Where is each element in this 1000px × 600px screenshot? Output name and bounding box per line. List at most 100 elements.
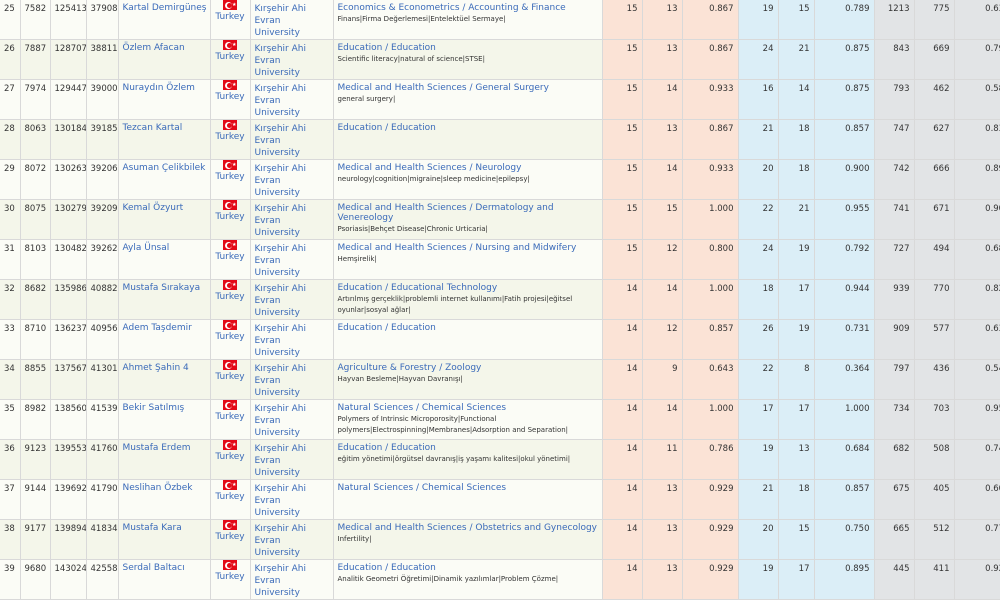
subject-link[interactable]: Education / Education: [338, 440, 598, 453]
university-link[interactable]: Kırşehir Ahi Evran University: [255, 564, 306, 598]
author-name-link[interactable]: Kartal Demirgüneş: [123, 3, 207, 13]
subject-link[interactable]: Medical and Health Sciences / Dermatolog…: [338, 200, 598, 223]
rank-c-cell: 417604: [86, 439, 119, 480]
total-ratio-cell: 0.786: [682, 439, 739, 480]
keywords-text: Scientific literacy|natural of science|S…: [337, 55, 485, 63]
citations-last-cell: 666: [914, 159, 955, 200]
country-link[interactable]: Turkey: [215, 492, 246, 502]
rank-a-cell: 8855: [20, 359, 51, 400]
citations-ratio-cell: 0.680: [954, 239, 1000, 280]
country-cell: ★ Turkey: [210, 399, 251, 440]
country-link[interactable]: Turkey: [215, 212, 246, 222]
field-cell: Education / Educational Technology Artır…: [333, 279, 603, 320]
author-name-link[interactable]: Kemal Özyurt: [123, 203, 184, 213]
university-link[interactable]: Kırşehir Ahi Evran University: [255, 404, 306, 438]
country-link[interactable]: Turkey: [215, 252, 246, 262]
author-name-link[interactable]: Ahmet Şahin 4: [123, 363, 189, 373]
subject-link[interactable]: Agriculture & Forestry / Zoology: [338, 360, 598, 373]
subject-link[interactable]: Medical and Health Sciences / Nursing an…: [338, 240, 598, 253]
subject-link[interactable]: Education / Education: [338, 40, 598, 53]
i10-ratio-cell: 0.684: [814, 439, 875, 480]
university-link[interactable]: Kırşehir Ahi Evran University: [255, 4, 306, 38]
author-name-link[interactable]: Asuman Çelikbilek: [123, 163, 206, 173]
university-cell: Kırşehir Ahi Evran University: [250, 439, 334, 480]
total-ratio-cell: 1.000: [682, 399, 739, 440]
country-link[interactable]: Turkey: [215, 372, 246, 382]
university-link[interactable]: Kırşehir Ahi Evran University: [255, 444, 306, 478]
rank-cell: 32: [0, 279, 21, 320]
turkey-flag-icon: ★: [223, 200, 237, 210]
university-link[interactable]: Kırşehir Ahi Evran University: [255, 524, 306, 558]
author-name-link[interactable]: Tezcan Kartal: [123, 123, 183, 133]
country-cell: ★ Turkey: [210, 479, 251, 520]
subject-link[interactable]: Natural Sciences / Chemical Sciences: [338, 480, 598, 493]
table-row: 38 9177 139894 418345 Mustafa Kara ★ Tur…: [0, 519, 1000, 560]
citations-cell: 741: [874, 199, 915, 240]
subject-link[interactable]: Education / Education: [338, 560, 598, 573]
i10-last-cell: 19: [778, 239, 815, 280]
country-link[interactable]: Turkey: [215, 52, 246, 62]
author-name-link[interactable]: Mustafa Erdem: [123, 443, 191, 453]
total-h-cell: 15: [602, 239, 643, 280]
total-ratio-cell: 0.929: [682, 559, 739, 600]
subject-link[interactable]: Medical and Health Sciences / Neurology: [338, 160, 598, 173]
university-cell: Kırşehir Ahi Evran University: [250, 359, 334, 400]
university-link[interactable]: Kırşehir Ahi Evran University: [255, 324, 306, 358]
author-name-cell: Ayla Ünsal: [118, 239, 211, 280]
citations-ratio-cell: 0.958: [954, 399, 1000, 440]
field-cell: Natural Sciences / Chemical Sciences Pol…: [333, 399, 603, 440]
subject-link[interactable]: Education / Education: [338, 120, 598, 133]
subject-link[interactable]: Medical and Health Sciences / General Su…: [338, 80, 598, 93]
country-link[interactable]: Turkey: [215, 412, 246, 422]
country-link[interactable]: Turkey: [215, 532, 246, 542]
author-name-link[interactable]: Mustafa Kara: [123, 523, 182, 533]
university-link[interactable]: Kırşehir Ahi Evran University: [255, 204, 306, 238]
author-name-link[interactable]: Bekir Satılmış: [123, 403, 185, 413]
table-row: 35 8982 138560 415397 Bekir Satılmış ★ T…: [0, 399, 1000, 440]
university-link[interactable]: Kırşehir Ahi Evran University: [255, 244, 306, 278]
i10-last-cell: 17: [778, 279, 815, 320]
table-row: 30 8075 130279 392095 Kemal Özyurt ★ Tur…: [0, 199, 1000, 240]
university-link[interactable]: Kırşehir Ahi Evran University: [255, 364, 306, 398]
country-link[interactable]: Turkey: [215, 12, 246, 22]
university-link[interactable]: Kırşehir Ahi Evran University: [255, 84, 306, 118]
country-link[interactable]: Turkey: [215, 332, 246, 342]
author-name-cell: Asuman Çelikbilek: [118, 159, 211, 200]
author-name-link[interactable]: Neslihan Özbek: [123, 483, 193, 493]
i10-cell: 16: [738, 79, 779, 120]
author-name-link[interactable]: Adem Taşdemir: [123, 323, 192, 333]
university-link[interactable]: Kırşehir Ahi Evran University: [255, 44, 306, 78]
country-link[interactable]: Turkey: [215, 572, 246, 582]
author-name-link[interactable]: Mustafa Sırakaya: [123, 283, 201, 293]
total-h-last-cell: 14: [642, 79, 683, 120]
citations-ratio-cell: 0.639: [954, 0, 1000, 40]
university-link[interactable]: Kırşehir Ahi Evran University: [255, 484, 306, 518]
subject-link[interactable]: Education / Educational Technology: [338, 280, 598, 293]
turkey-flag-icon: ★: [223, 0, 237, 10]
author-name-link[interactable]: Nuraydın Özlem: [123, 83, 195, 93]
subject-link[interactable]: Economics & Econometrics / Accounting & …: [338, 0, 598, 13]
table-row: 31 8103 130482 392624 Ayla Ünsal ★ Turke…: [0, 239, 1000, 280]
country-link[interactable]: Turkey: [215, 172, 246, 182]
keywords-text: eğitim yönetimi|örgütsel davranış|iş yaş…: [337, 455, 571, 463]
university-link[interactable]: Kırşehir Ahi Evran University: [255, 164, 306, 198]
subject-link[interactable]: Education / Education: [338, 320, 598, 333]
subject-link[interactable]: Natural Sciences / Chemical Sciences: [338, 400, 598, 413]
rank-a-cell: 9144: [20, 479, 51, 520]
country-link[interactable]: Turkey: [215, 292, 246, 302]
author-name-cell: Ahmet Şahin 4: [118, 359, 211, 400]
country-link[interactable]: Turkey: [215, 92, 246, 102]
author-name-link[interactable]: Serdal Baltacı: [123, 563, 185, 573]
university-link[interactable]: Kırşehir Ahi Evran University: [255, 284, 306, 318]
citations-last-cell: 411: [914, 559, 955, 600]
university-cell: Kırşehir Ahi Evran University: [250, 479, 334, 520]
citations-cell: 797: [874, 359, 915, 400]
country-link[interactable]: Turkey: [215, 452, 246, 462]
author-name-link[interactable]: Ayla Ünsal: [123, 243, 170, 253]
subject-link[interactable]: Medical and Health Sciences / Obstetrics…: [338, 520, 598, 533]
country-link[interactable]: Turkey: [215, 132, 246, 142]
field-cell: Education / Education: [333, 119, 603, 160]
author-name-link[interactable]: Özlem Afacan: [123, 43, 185, 53]
total-ratio-cell: 0.800: [682, 239, 739, 280]
university-link[interactable]: Kırşehir Ahi Evran University: [255, 124, 306, 158]
